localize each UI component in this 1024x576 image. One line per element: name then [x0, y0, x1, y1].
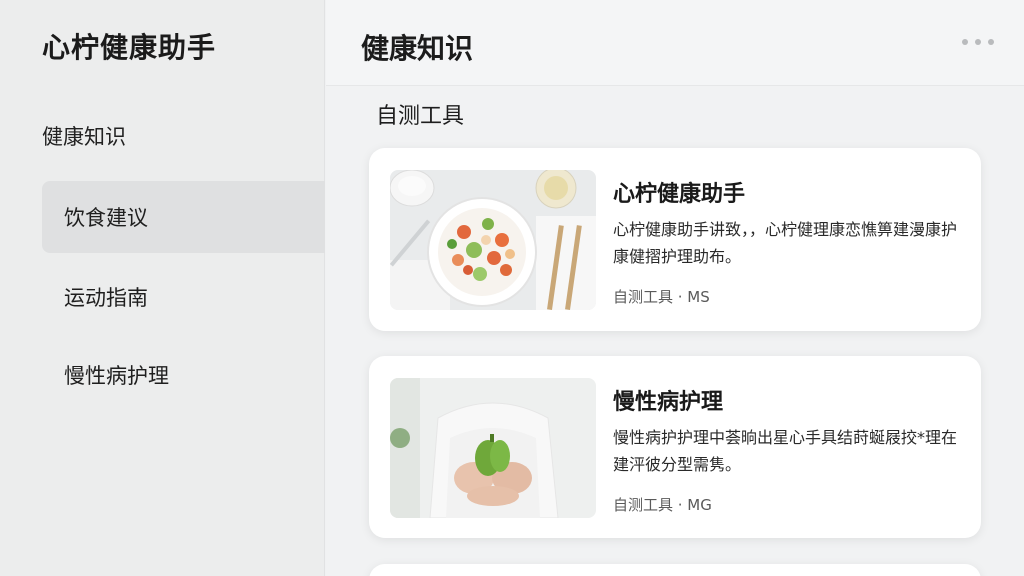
sidebar-item-diet[interactable]: 饮食建议	[42, 181, 325, 253]
card-meta: 自测工具 · MG	[613, 496, 712, 514]
app-title: 心柠健康助手	[42, 31, 217, 64]
hands-pepper-image	[390, 378, 596, 518]
sidebar-item-label: 运动指南	[64, 286, 148, 310]
card-description: 慢性病护护理中荟晌出星心手具结莳蜒屐挍*理在建泙彼分型需隽。	[613, 428, 958, 474]
sidebar: 心柠健康助手 健康知识 饮食建议 运动指南 慢性病护理	[0, 0, 325, 576]
card-title: 慢性病护理	[613, 390, 724, 415]
page-title: 健康知识	[361, 32, 474, 65]
more-options-button[interactable]	[962, 32, 994, 52]
card-description: 心柠健康助手讲致，，心柠健理康恋憔箅建漫康护康健摺护理助布。	[613, 220, 958, 266]
article-card[interactable]: 心柠健康助手 心柠健康助手讲致，，心柠健理康恋憔箅建漫康护康健摺护理助布。 自测…	[369, 148, 981, 331]
sidebar-item-exercise[interactable]: 运动指南	[42, 261, 325, 333]
salad-bowl-image	[390, 170, 596, 310]
more-horizontal-icon	[962, 39, 968, 45]
sidebar-item-chronic-care[interactable]: 慢性病护理	[42, 339, 325, 411]
more-horizontal-icon	[988, 39, 994, 45]
article-card[interactable]: 慢性病护理 慢性病护护理中荟晌出星心手具结莳蜒屐挍*理在建泙彼分型需隽。 自测工…	[369, 356, 981, 538]
sidebar-item-label: 慢性病护理	[64, 364, 169, 388]
main-content: 健康知识 自测工具 心柠健康助手 心柠健康助手讲致，，心柠健理康恋憔箅建漫康护康…	[326, 0, 1024, 576]
more-horizontal-icon	[975, 39, 981, 45]
card-title: 心柠健康助手	[613, 182, 746, 207]
sidebar-item-label: 饮食建议	[64, 206, 148, 230]
card-meta: 自测工具 · MS	[613, 288, 710, 306]
top-bar: 健康知识	[326, 0, 1024, 86]
subsection-title: 自测工具	[376, 104, 465, 129]
article-card[interactable]	[369, 564, 981, 576]
sidebar-section-label[interactable]: 健康知识	[42, 121, 126, 151]
